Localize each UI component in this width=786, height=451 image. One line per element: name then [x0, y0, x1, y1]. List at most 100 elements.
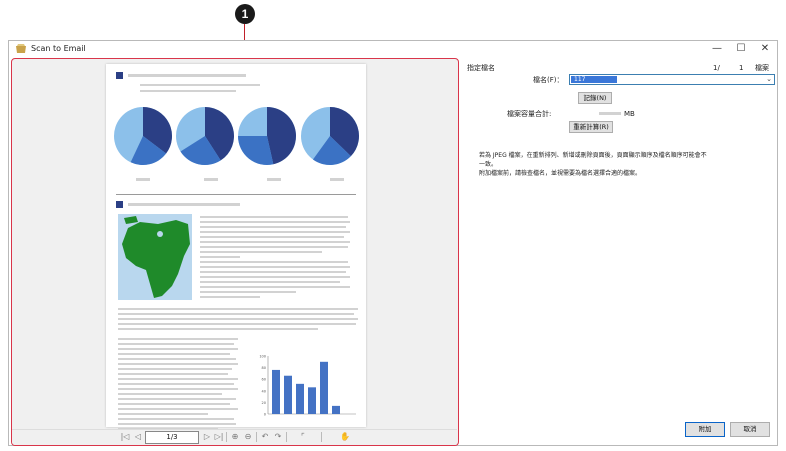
notice-line: 若為 JPEG 檔案，在重新排列、新增或刪除頁面後，頁面顯示順序及檔名順序可能會… [479, 152, 707, 159]
chevron-down-icon[interactable]: ⌄ [766, 75, 772, 84]
bar-chart-tick-label: 80 [262, 366, 266, 370]
map-image [118, 214, 192, 300]
cancel-button[interactable]: 取消 [730, 422, 770, 437]
toolbar-separator [286, 432, 287, 442]
file-name-combobox[interactable]: 117 ⌄ [569, 74, 775, 85]
text-placeholder [200, 276, 350, 278]
app-icon [16, 44, 26, 53]
heading-placeholder [128, 74, 246, 77]
text-placeholder [118, 313, 354, 315]
bar [296, 383, 304, 414]
text-placeholder [200, 286, 350, 288]
pie-caption-placeholder [204, 178, 218, 181]
text-placeholder [200, 221, 350, 223]
scanned-page-preview: 100 80 60 40 20 0 [106, 64, 366, 430]
attach-button[interactable]: 附加 [685, 422, 725, 437]
text-placeholder [200, 271, 346, 273]
pie-charts [114, 107, 359, 181]
record-button[interactable]: 記錄(N) [578, 92, 612, 104]
text-placeholder [118, 373, 228, 375]
window-title: Scan to Email [31, 44, 86, 53]
text-placeholder [118, 343, 234, 345]
text-placeholder [118, 353, 230, 355]
text-placeholder [200, 226, 346, 228]
text-placeholder [200, 251, 322, 253]
previous-page-button[interactable]: ◁ [132, 431, 144, 443]
last-page-button[interactable]: ▷| [213, 431, 225, 443]
bar-chart-tick-label: 100 [259, 355, 266, 359]
preview-navigation-bar: |◁ ◁ 1/3 ▷ ▷| ⊕ ⊖ ↶ ↷ ⌜ ✋ [12, 429, 457, 445]
file-name-value: 117 [571, 76, 617, 83]
bar [272, 369, 280, 414]
next-page-button[interactable]: ▷ [201, 431, 213, 443]
hand-tool-icon[interactable]: ✋ [339, 431, 351, 443]
text-placeholder [200, 256, 240, 258]
bar [320, 361, 328, 414]
rotate-right-icon[interactable]: ↷ [272, 431, 284, 443]
rotate-left-icon[interactable]: ↶ [259, 431, 271, 443]
text-placeholder [118, 358, 236, 360]
scan-to-email-window: Scan to Email — ☐ ✕ 100 80 60 40 20 0 |◁… [8, 40, 778, 446]
first-page-button[interactable]: |◁ [119, 431, 131, 443]
file-count: 1 [739, 64, 744, 72]
text-placeholder [118, 398, 236, 400]
text-placeholder [118, 403, 230, 405]
text-placeholder [200, 291, 296, 293]
bar-chart-tick-label: 0 [264, 413, 266, 417]
text-placeholder [118, 408, 238, 410]
heading-placeholder [128, 203, 240, 206]
text-placeholder [140, 84, 260, 86]
file-count-unit: 檔案 [755, 64, 769, 72]
preview-pane[interactable]: 100 80 60 40 20 0 |◁ ◁ 1/3 ▷ ▷| ⊕ ⊖ ↶ ↷ ⌜ ✋ [11, 58, 459, 446]
section-marker [116, 72, 123, 79]
text-placeholder [200, 216, 348, 218]
text-placeholder [118, 393, 222, 395]
text-placeholder [200, 296, 260, 298]
page-counter: 1/ [713, 64, 720, 72]
text-placeholder [118, 328, 318, 330]
text-placeholder [140, 90, 236, 92]
zoom-in-icon[interactable]: ⊕ [229, 431, 241, 443]
notice-line: 附加檔案前，請檢查檔名，並視需要為檔名選擇合適的檔案。 [479, 170, 642, 177]
text-placeholder [118, 423, 236, 425]
divider [116, 194, 356, 195]
bar-chart-tick-label: 40 [262, 389, 266, 393]
text-placeholder [200, 266, 350, 268]
bar [332, 405, 340, 414]
pie-caption-placeholder [136, 178, 150, 181]
text-placeholder [118, 308, 358, 310]
pie-caption-placeholder [330, 178, 344, 181]
bar-chart-tick-label: 20 [262, 401, 266, 405]
crop-icon[interactable]: ⌜ [297, 431, 309, 443]
text-placeholder [118, 413, 208, 415]
toolbar-separator [321, 432, 322, 442]
text-placeholder [200, 246, 348, 248]
maximize-button[interactable]: ☐ [729, 41, 753, 57]
title-bar: Scan to Email — ☐ ✕ [9, 41, 777, 57]
text-placeholder [118, 418, 234, 420]
bar [284, 375, 292, 414]
text-placeholder [118, 323, 356, 325]
page-number-input[interactable]: 1/3 [145, 431, 199, 444]
size-value-placeholder [599, 112, 621, 115]
bar [308, 387, 316, 414]
close-button[interactable]: ✕ [753, 41, 777, 57]
zoom-out-icon[interactable]: ⊖ [242, 431, 254, 443]
toolbar-separator [256, 432, 257, 442]
notice-text: 若為 JPEG 檔案，在重新排列、新增或刪除頁面後，頁面顯示順序及檔名順序可能會… [479, 151, 775, 191]
text-placeholder [118, 348, 238, 350]
bar-chart-tick-label: 60 [262, 378, 266, 382]
text-placeholder [118, 378, 238, 380]
recalculate-button[interactable]: 重新計算(R) [569, 121, 613, 133]
notice-line: 一致。 [479, 161, 498, 168]
bar-chart: 100 80 60 40 20 0 [259, 355, 356, 417]
callout-marker: 1 [235, 4, 255, 24]
text-placeholder [200, 281, 340, 283]
pie-caption-placeholder [267, 178, 281, 181]
section-marker [116, 201, 123, 208]
text-placeholder [200, 231, 350, 233]
section-title: 指定檔名 [467, 64, 495, 72]
minimize-button[interactable]: — [705, 41, 729, 57]
text-placeholder [200, 236, 344, 238]
text-placeholder [118, 383, 234, 385]
